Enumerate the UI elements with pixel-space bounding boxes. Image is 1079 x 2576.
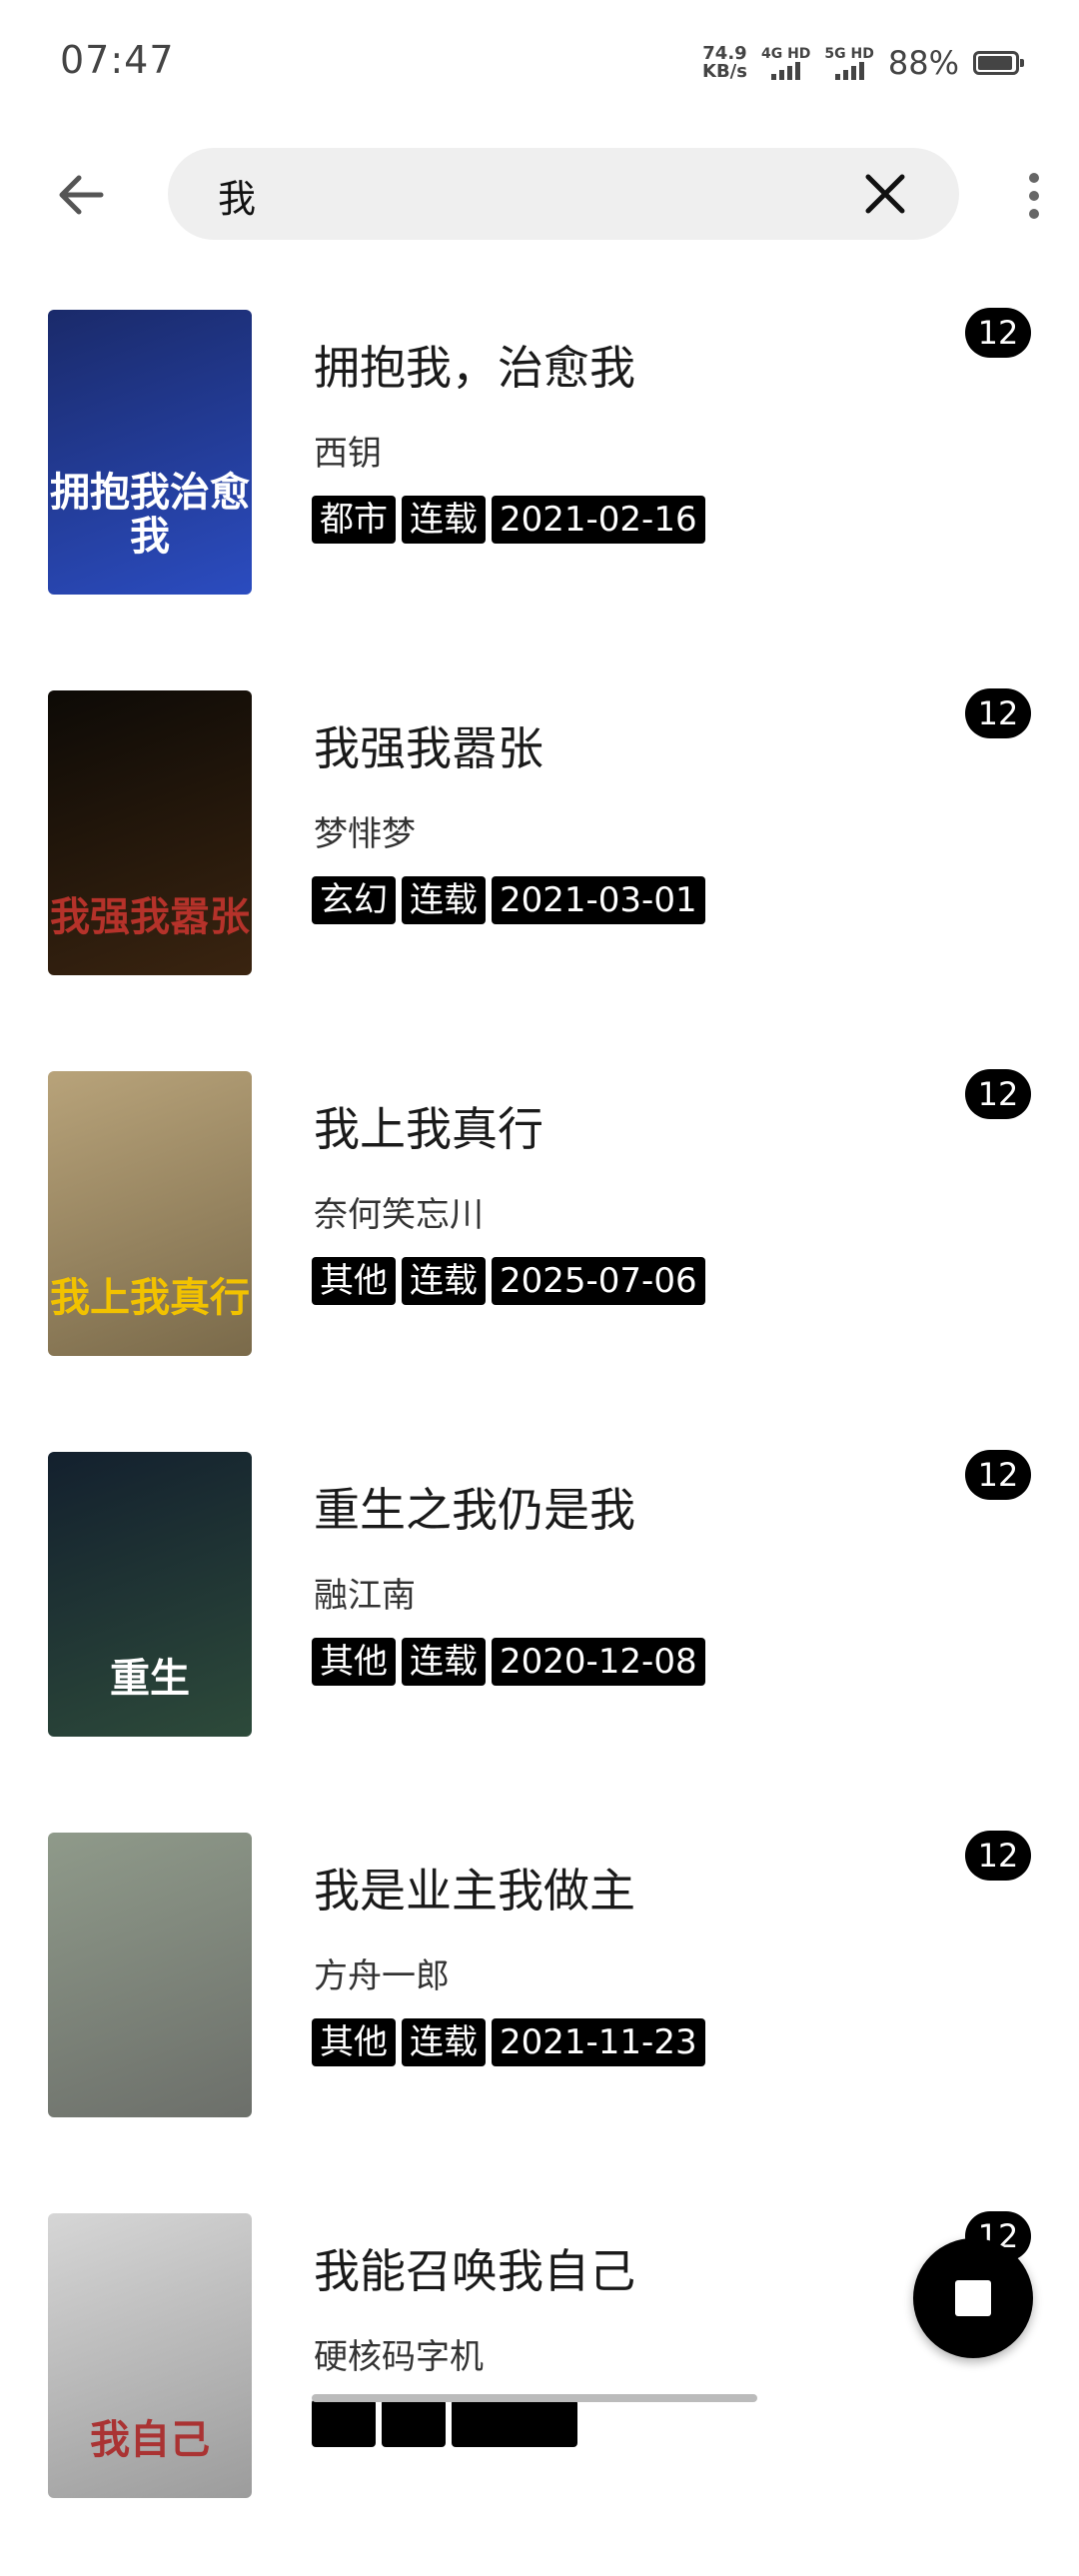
cover-title-art: 拥抱我治愈我 — [50, 469, 250, 560]
book-tag: 2021-11-23 — [492, 2018, 705, 2066]
battery-icon — [973, 51, 1024, 75]
book-tag: 其他 — [312, 2018, 396, 2066]
search-toolbar — [0, 140, 1079, 250]
horizontal-scroll-indicator — [312, 2394, 757, 2402]
book-title: 我能召唤我自己 — [314, 2244, 635, 2298]
book-tags: 其他 连载 2025-07-06 — [312, 1257, 705, 1305]
arrow-left-icon — [59, 175, 104, 215]
stop-icon — [955, 2280, 991, 2316]
book-tag: 2021-02-16 — [492, 496, 705, 544]
book-list-item[interactable]: 拥抱我治愈我 拥抱我，治愈我 西钥 都市 连载 2021-02-16 12 — [0, 292, 1079, 672]
network-speed: 74.9 KB/s — [702, 43, 747, 82]
book-author: 融江南 — [314, 1576, 416, 1616]
book-title: 我是业主我做主 — [314, 1864, 635, 1918]
signal-sim2-icon: 5G HD — [824, 46, 874, 80]
chapter-count-badge: 12 — [965, 1069, 1031, 1119]
book-author: 硬核码字机 — [314, 2337, 484, 2377]
book-list-item[interactable]: 我上我真行 我上我真行 奈何笑忘川 其他 连载 2025-07-06 12 — [0, 1053, 1079, 1434]
chapter-count-badge: 12 — [965, 308, 1031, 358]
book-tag: 其他 — [312, 1638, 396, 1686]
book-list-item[interactable]: 我是业主我做主 方舟一郎 其他 连载 2021-11-23 12 — [0, 1815, 1079, 2195]
book-tag — [382, 2399, 446, 2447]
book-tag — [452, 2399, 577, 2447]
status-icons: 74.9 KB/s 4G HD 5G HD 88% — [702, 38, 1024, 88]
cover-title-art: 重生 — [110, 1655, 190, 1702]
book-tag: 都市 — [312, 496, 396, 544]
book-cover-image[interactable] — [48, 1833, 252, 2117]
book-cover-image[interactable]: 我自己 — [48, 2213, 252, 2498]
book-cover-image[interactable]: 重生 — [48, 1452, 252, 1737]
search-input[interactable] — [216, 148, 779, 242]
chapter-count-badge: 12 — [965, 688, 1031, 738]
book-cover-image[interactable]: 我强我嚣张 — [48, 690, 252, 975]
book-list-item[interactable]: 重生 重生之我仍是我 融江南 其他 连载 2020-12-08 12 — [0, 1434, 1079, 1815]
book-list-item[interactable]: 我强我嚣张 我强我嚣张 梦悱梦 玄幻 连载 2021-03-01 12 — [0, 672, 1079, 1053]
book-author: 西钥 — [314, 434, 382, 474]
chapter-count-badge: 12 — [965, 1831, 1031, 1881]
book-tags — [312, 2399, 577, 2447]
book-tag: 其他 — [312, 1257, 396, 1305]
book-tag: 2025-07-06 — [492, 1257, 705, 1305]
clear-search-button[interactable] — [859, 168, 911, 220]
stop-button[interactable] — [913, 2238, 1033, 2358]
book-tag: 连载 — [402, 496, 486, 544]
book-tag: 2021-03-01 — [492, 876, 705, 924]
book-title: 重生之我仍是我 — [314, 1483, 635, 1537]
book-tag: 2020-12-08 — [492, 1638, 705, 1686]
book-tag: 连载 — [402, 1638, 486, 1686]
more-vertical-icon — [1029, 173, 1039, 183]
book-tag: 连载 — [402, 1257, 486, 1305]
cover-title-art: 我上我真行 — [50, 1274, 250, 1321]
battery-percent: 88% — [887, 44, 959, 82]
cover-title-art: 我自己 — [90, 2416, 210, 2463]
book-tags: 玄幻 连载 2021-03-01 — [312, 876, 705, 924]
book-title: 我上我真行 — [314, 1102, 543, 1156]
signal-sim1-icon: 4G HD — [761, 46, 810, 80]
book-tags: 都市 连载 2021-02-16 — [312, 496, 705, 544]
book-cover-image[interactable]: 拥抱我治愈我 — [48, 310, 252, 595]
cover-title-art: 我强我嚣张 — [50, 893, 250, 940]
book-title: 拥抱我，治愈我 — [314, 341, 635, 395]
close-icon — [865, 174, 905, 214]
more-options-button[interactable] — [1009, 164, 1059, 228]
book-author: 奈何笑忘川 — [314, 1195, 484, 1235]
chapter-count-badge: 12 — [965, 1450, 1031, 1500]
book-cover-image[interactable]: 我上我真行 — [48, 1071, 252, 1356]
book-tag — [312, 2399, 376, 2447]
book-tag: 玄幻 — [312, 876, 396, 924]
status-time: 07:47 — [60, 38, 175, 82]
book-title: 我强我嚣张 — [314, 721, 543, 775]
book-tag: 连载 — [402, 2018, 486, 2066]
book-list-item[interactable]: 我自己 我能召唤我自己 硬核码字机 12 — [0, 2195, 1079, 2576]
back-button[interactable] — [48, 162, 114, 228]
book-author: 梦悱梦 — [314, 814, 416, 854]
book-tags: 其他 连载 2020-12-08 — [312, 1638, 705, 1686]
book-tag: 连载 — [402, 876, 486, 924]
search-box[interactable] — [168, 148, 959, 242]
book-author: 方舟一郎 — [314, 1956, 450, 1996]
book-tags: 其他 连载 2021-11-23 — [312, 2018, 705, 2066]
search-results-list[interactable]: 拥抱我治愈我 拥抱我，治愈我 西钥 都市 连载 2021-02-16 12 我强我嚣… — [0, 292, 1079, 2576]
status-bar: 07:47 74.9 KB/s 4G HD 5G HD 88% — [0, 0, 1079, 130]
